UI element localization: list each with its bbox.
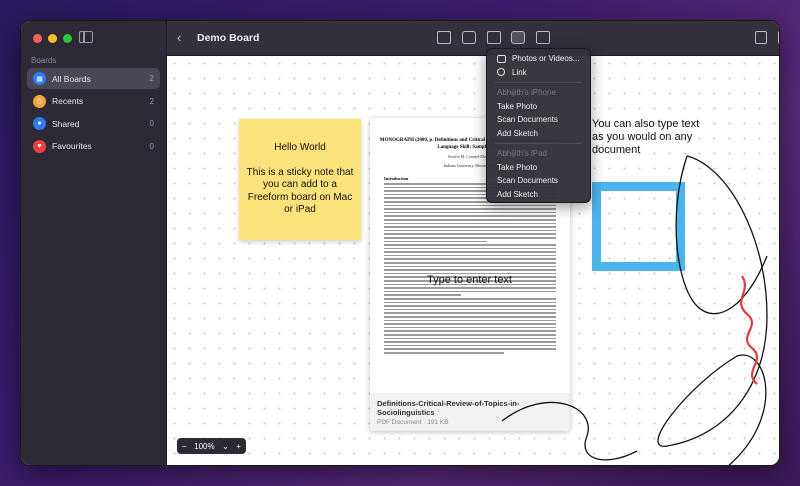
insert-media-menu: Photos or Videos... Link Abhijith's iPho… [486, 48, 591, 203]
menu-item-iphone-scan-documents[interactable]: Scan Documents [491, 113, 586, 127]
zoom-out-button[interactable]: − [182, 442, 187, 451]
back-chevron-icon[interactable]: ‹ [177, 30, 181, 45]
menu-header-iphone: Abhijith's iPhone [497, 88, 556, 98]
sidebar-item-recents[interactable]: ◷ Recents 2 [27, 91, 160, 112]
sidebar-item-label: All Boards [52, 73, 91, 84]
sidebar-item-count: 0 [149, 119, 154, 128]
sidebar-item-count: 2 [149, 74, 154, 83]
clock-icon: ◷ [33, 94, 46, 108]
insert-media-icon[interactable] [511, 31, 525, 44]
board-title: Demo Board [197, 32, 260, 44]
sidebar-item-label: Favourites [52, 141, 92, 151]
sidebar-toggle-icon[interactable] [79, 31, 93, 43]
sketch-drawing[interactable] [167, 56, 779, 465]
window-controls [33, 34, 72, 43]
sidebar-item-all-boards[interactable]: ▦ All Boards 2 [27, 68, 160, 89]
menu-item-photos[interactable]: Photos or Videos... [491, 52, 586, 66]
menu-item-ipad-scan-documents[interactable]: Scan Documents [491, 174, 586, 188]
zoom-control: − 100% ⌄ + [177, 438, 246, 454]
menu-item-ipad-take-photo[interactable]: Take Photo [491, 161, 586, 175]
menu-item-iphone-take-photo[interactable]: Take Photo [491, 100, 586, 114]
board-canvas[interactable]: Hello World This is a sticky note that y… [167, 56, 779, 465]
close-window-button[interactable] [33, 34, 42, 43]
photo-icon [497, 54, 506, 63]
toolbar: ‹ Demo Board [167, 21, 779, 56]
zoom-chevron-icon[interactable]: ⌄ [222, 442, 229, 451]
minimize-window-button[interactable] [48, 34, 57, 43]
sidebar-item-favourites[interactable]: ♥ Favourites 0 [27, 136, 160, 157]
menu-divider [495, 82, 582, 83]
compose-icon[interactable] [778, 31, 779, 44]
sidebar: Boards ▦ All Boards 2 ◷ Recents 2 ● Shar… [21, 21, 167, 465]
sidebar-list: ▦ All Boards 2 ◷ Recents 2 ● Shared 0 ♥ … [27, 68, 160, 158]
menu-item-link[interactable]: Link [491, 66, 586, 80]
people-icon: ● [33, 117, 46, 130]
folder-icon[interactable] [536, 31, 550, 44]
sidebar-item-count: 0 [149, 141, 154, 151]
zoom-window-button[interactable] [63, 34, 72, 43]
menu-divider [495, 143, 582, 144]
menu-item-ipad-add-sketch[interactable]: Add Sketch [491, 188, 586, 202]
link-icon [497, 68, 505, 77]
sidebar-section-label: Boards [31, 56, 57, 65]
zoom-level[interactable]: 100% [194, 442, 214, 451]
heart-icon: ♥ [33, 139, 46, 153]
grid-icon: ▦ [33, 72, 46, 85]
sidebar-item-count: 2 [149, 96, 154, 106]
sidebar-item-label: Shared [52, 118, 80, 129]
share-icon[interactable] [755, 31, 767, 44]
shapes-icon[interactable] [462, 31, 476, 44]
sidebar-item-shared[interactable]: ● Shared 0 [27, 113, 160, 134]
sticky-note-icon[interactable] [437, 31, 451, 44]
text-box-icon[interactable] [487, 31, 501, 44]
zoom-in-button[interactable]: + [236, 442, 241, 451]
menu-header-ipad: Abhijith's iPad [497, 149, 547, 159]
freeform-window: Boards ▦ All Boards 2 ◷ Recents 2 ● Shar… [20, 20, 780, 466]
sidebar-item-label: Recents [52, 96, 84, 106]
menu-item-iphone-add-sketch[interactable]: Add Sketch [491, 127, 586, 141]
